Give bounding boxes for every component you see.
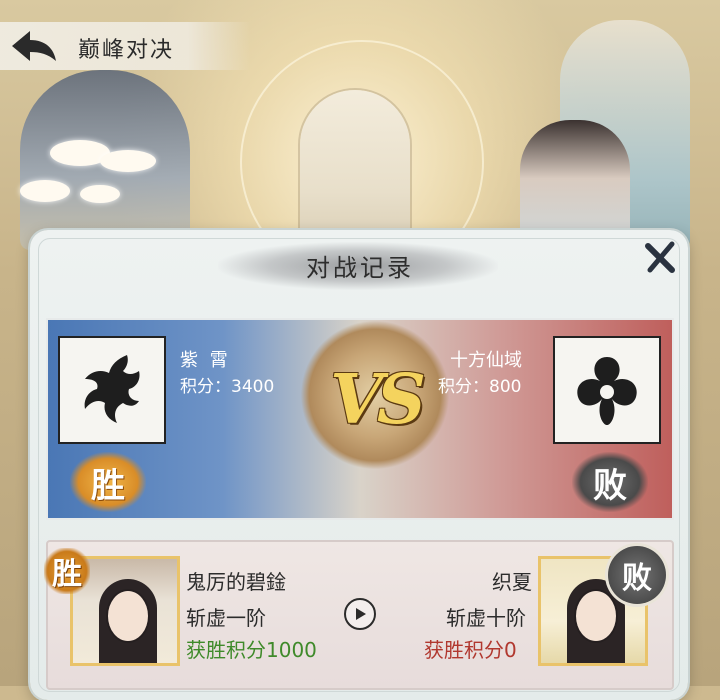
score-label: 积分： bbox=[180, 377, 231, 397]
page-title: 巅峰对决 bbox=[78, 38, 175, 63]
back-button[interactable] bbox=[8, 26, 60, 66]
dragon-emblem-icon bbox=[84, 355, 140, 423]
close-button[interactable] bbox=[640, 238, 680, 278]
right-player-score: 积分：800 bbox=[438, 372, 521, 397]
left-record-name: 鬼厉的碧鍂 bbox=[186, 570, 286, 594]
right-record-rank: 斩虚十阶 bbox=[446, 606, 526, 630]
left-player-score: 积分：3400 bbox=[180, 372, 274, 397]
right-record-name: 织夏 bbox=[492, 570, 532, 594]
right-player-name: 十方仙域 bbox=[450, 350, 522, 371]
back-arrow-icon bbox=[12, 31, 56, 61]
left-player-name: 紫 霄 bbox=[180, 350, 231, 371]
close-icon bbox=[645, 241, 675, 273]
score-label: 积分： bbox=[438, 377, 489, 397]
modal-title: 对战记录 bbox=[306, 254, 414, 282]
left-record-rank: 斩虚一阶 bbox=[186, 606, 266, 630]
decor-cloud bbox=[80, 185, 120, 203]
lose-seal: 败 bbox=[572, 452, 648, 512]
lose-badge: 败 bbox=[608, 546, 666, 604]
right-team-emblem[interactable] bbox=[553, 336, 661, 444]
portrait-face bbox=[576, 591, 616, 641]
replay-button[interactable] bbox=[344, 598, 376, 630]
win-seal: 胜 bbox=[70, 452, 146, 512]
left-team-emblem[interactable] bbox=[58, 336, 166, 444]
decor-cloud bbox=[20, 180, 70, 202]
portrait-face bbox=[108, 591, 148, 641]
decor-cloud bbox=[100, 150, 156, 172]
left-record-score: 获胜积分1000 bbox=[186, 638, 317, 662]
right-record-score: 获胜积分0 bbox=[424, 638, 517, 662]
vs-label: VS bbox=[330, 360, 426, 440]
score-value: 800 bbox=[489, 377, 522, 397]
score-value: 3400 bbox=[231, 377, 275, 397]
win-badge: 胜 bbox=[44, 548, 90, 594]
trefoil-emblem-icon bbox=[577, 357, 637, 425]
play-icon bbox=[356, 608, 366, 620]
